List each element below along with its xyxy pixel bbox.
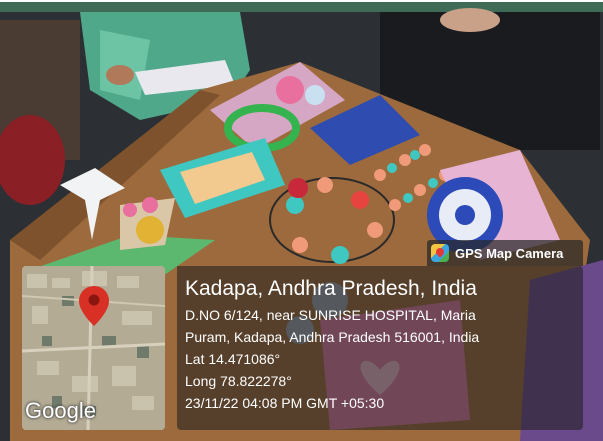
photo-scene: GPS Map Camera Google Kadapa, Andhra Pra… bbox=[0, 0, 603, 441]
google-logo: Google bbox=[25, 398, 96, 423]
address-line-2: Puram, Kadapa, Andhra Pradesh 516001, In… bbox=[185, 329, 480, 345]
timestamp: 23/11/22 04:08 PM GMT +05:30 bbox=[185, 395, 385, 411]
location-title: Kadapa, Andhra Pradesh, India bbox=[185, 277, 477, 300]
gps-badge-label: GPS Map Camera bbox=[455, 245, 564, 261]
location-info-panel: Kadapa, Andhra Pradesh, India D.NO 6/124… bbox=[177, 266, 583, 430]
map-thumbnail: Google bbox=[22, 266, 165, 430]
gps-map-camera-badge: GPS Map Camera bbox=[427, 240, 583, 266]
map-pin-icon bbox=[79, 286, 109, 326]
address-line-1: D.NO 6/124, near SUNRISE HOSPITAL, Maria bbox=[185, 307, 476, 323]
gps-map-camera-icon bbox=[431, 244, 449, 262]
latitude: Lat 14.471086° bbox=[185, 351, 281, 367]
longitude: Long 78.822278° bbox=[185, 373, 292, 389]
